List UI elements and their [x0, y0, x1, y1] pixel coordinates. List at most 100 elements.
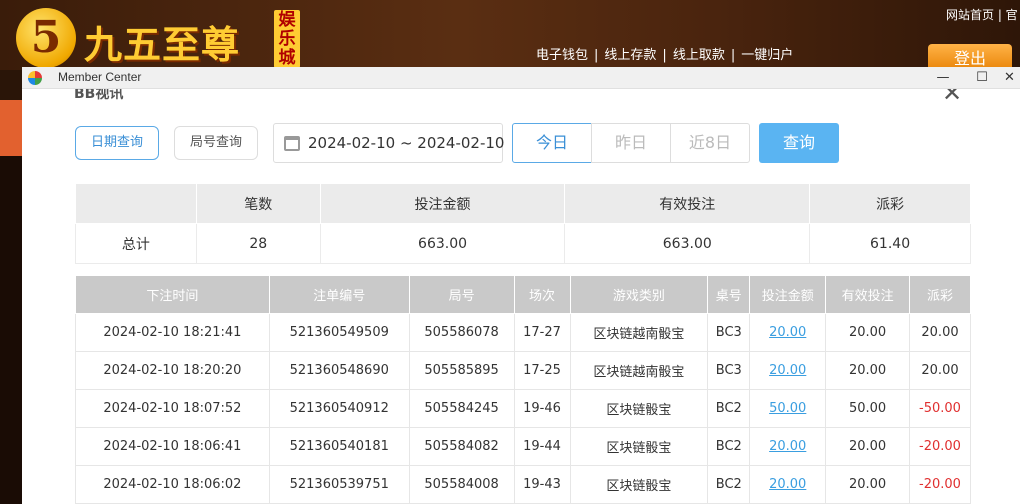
today-button[interactable]: 今日: [512, 123, 592, 163]
header-session: 场次: [513, 275, 571, 314]
payout-cell: -20.00: [909, 427, 971, 466]
round-id-cell: 505586078: [408, 313, 515, 352]
summary-payout: 61.40: [809, 223, 971, 264]
table-row: 2024-02-10 18:06:41 521360540181 505584082…: [75, 427, 971, 466]
header-bet-id: 注单编号: [268, 275, 410, 314]
bet-id-cell: 521360548690: [268, 351, 410, 390]
date-query-tab[interactable]: 日期查询: [75, 126, 159, 160]
calendar-icon: [284, 136, 300, 151]
table-id-cell: BC3: [707, 313, 751, 352]
member-center-window: Member Center — ☐ ✕ BB视讯 ✕ 日期查询 局号查询 202…: [22, 67, 1020, 504]
round-id-cell: 505585895: [408, 351, 515, 390]
valid-bet-cell: 20.00: [825, 313, 910, 352]
game-type-cell: 区块链越南骰宝: [569, 313, 709, 352]
table-id-cell: BC2: [707, 427, 751, 466]
payout-cell: -20.00: [909, 465, 971, 504]
query-button[interactable]: 查询: [759, 123, 839, 163]
round-id-cell: 505584245: [408, 389, 515, 428]
header-payout: 派彩: [909, 275, 971, 314]
header-game-type: 游戏类别: [569, 275, 709, 314]
header-bet-time: 下注时间: [75, 275, 270, 314]
game-type-cell: 区块链越南骰宝: [569, 351, 709, 390]
table-id-cell: BC3: [707, 351, 751, 390]
valid-bet-cell: 20.00: [825, 427, 910, 466]
payout-cell: -50.00: [909, 389, 971, 428]
table-row: 2024-02-10 18:06:02 521360539751 505584008…: [75, 465, 971, 504]
bet-amount-cell[interactable]: 50.00: [749, 389, 827, 428]
summary-table: 笔数 投注金额 有效投注 派彩 总计 28 663.00 663.00 61.4…: [75, 183, 971, 264]
header-round-id: 局号: [408, 275, 515, 314]
window-title: Member Center: [58, 70, 142, 84]
date-range-input[interactable]: 2024-02-10 ~ 2024-02-10: [273, 123, 505, 163]
bet-id-cell: 521360549509: [268, 313, 410, 352]
site-header: 5 九五至尊 娱乐城 网站首页 | 官 电子钱包 | 线上存款 | 线上取款 | 一键归户 …: [0, 0, 1020, 74]
bet-amount-cell[interactable]: 20.00: [749, 465, 827, 504]
session-cell: 19-43: [513, 465, 571, 504]
panel-close-icon[interactable]: ✕: [942, 89, 962, 107]
summary-valid: 663.00: [564, 223, 811, 264]
last-8-days-button[interactable]: 近8日: [670, 123, 750, 163]
header-bet-amount: 投注金额: [749, 275, 827, 314]
table-id-cell: BC2: [707, 465, 751, 504]
nav-online-withdraw[interactable]: 线上取款: [673, 48, 725, 63]
bet-id-cell: 521360540912: [268, 389, 410, 428]
window-titlebar[interactable]: Member Center — ☐ ✕: [22, 67, 1020, 89]
maximize-icon[interactable]: ☐: [967, 68, 997, 88]
summary-label: 总计: [75, 223, 197, 264]
session-cell: 19-46: [513, 389, 571, 428]
bet-time-cell: 2024-02-10 18:06:02: [75, 465, 270, 504]
background-left-dark: [0, 156, 22, 504]
bet-time-cell: 2024-02-10 18:06:41: [75, 427, 270, 466]
bet-id-cell: 521360540181: [268, 427, 410, 466]
session-cell: 17-27: [513, 313, 571, 352]
detail-body: 2024-02-10 18:21:41 521360549509 505586078…: [75, 313, 971, 504]
table-row: 2024-02-10 18:21:41 521360549509 505586078…: [75, 313, 971, 352]
round-id-cell: 505584082: [408, 427, 515, 466]
app-icon: [28, 71, 42, 85]
header-table-id: 桌号: [707, 275, 751, 314]
site-logo-badge-text: 娱乐城: [278, 10, 296, 68]
session-cell: 19-44: [513, 427, 571, 466]
valid-bet-cell: 50.00: [825, 389, 910, 428]
summary-row: 总计 28 663.00 663.00 61.40: [75, 223, 971, 264]
date-range-value: 2024-02-10 ~ 2024-02-10: [308, 134, 505, 152]
valid-bet-cell: 20.00: [825, 465, 910, 504]
round-query-tab[interactable]: 局号查询: [174, 126, 258, 160]
window-close-icon[interactable]: ✕: [1004, 68, 1020, 88]
summary-header-count: 笔数: [195, 183, 321, 224]
summary-header-blank: [75, 183, 197, 224]
bet-amount-cell[interactable]: 20.00: [749, 427, 827, 466]
nav-online-deposit[interactable]: 线上存款: [604, 48, 656, 63]
summary-header-payout: 派彩: [809, 183, 971, 224]
valid-bet-cell: 20.00: [825, 351, 910, 390]
minimize-icon[interactable]: —: [928, 68, 958, 88]
summary-header-valid: 有效投注: [564, 183, 811, 224]
bet-time-cell: 2024-02-10 18:07:52: [75, 389, 270, 428]
bet-detail-table: 下注时间 注单编号 局号 场次 游戏类别 桌号 投注金额 有效投注 派彩 2024-02-10 …: [75, 275, 971, 504]
nav-one-click-collect[interactable]: 一键归户: [741, 48, 793, 63]
yesterday-button[interactable]: 昨日: [591, 123, 671, 163]
site-nav: 电子钱包 | 线上存款 | 线上取款 | 一键归户: [536, 48, 794, 63]
window-content: BB视讯 ✕ 日期查询 局号查询 2024-02-10 ~ 2024-02-10…: [22, 89, 1020, 504]
site-logo-text: 九五至尊: [84, 22, 241, 67]
bet-time-cell: 2024-02-10 18:20:20: [75, 351, 270, 390]
site-logo-icon: 5: [16, 8, 76, 68]
bet-id-cell: 521360539751: [268, 465, 410, 504]
table-id-cell: BC2: [707, 389, 751, 428]
summary-bet: 663.00: [319, 223, 566, 264]
detail-header-row: 下注时间 注单编号 局号 场次 游戏类别 桌号 投注金额 有效投注 派彩: [75, 275, 971, 314]
bet-amount-cell[interactable]: 20.00: [749, 313, 827, 352]
table-row: 2024-02-10 18:20:20 521360548690 505585895…: [75, 351, 971, 390]
session-cell: 17-25: [513, 351, 571, 390]
summary-header-row: 笔数 投注金额 有效投注 派彩: [75, 183, 971, 224]
payout-cell: 20.00: [909, 313, 971, 352]
background-left-strip: [0, 100, 22, 156]
summary-count: 28: [195, 223, 321, 264]
round-id-cell: 505584008: [408, 465, 515, 504]
bet-amount-cell[interactable]: 20.00: [749, 351, 827, 390]
bet-time-cell: 2024-02-10 18:21:41: [75, 313, 270, 352]
top-links[interactable]: 网站首页 | 官: [946, 6, 1018, 23]
game-type-cell: 区块链骰宝: [569, 389, 709, 428]
nav-e-wallet[interactable]: 电子钱包: [536, 48, 588, 63]
header-valid-bet: 有效投注: [825, 275, 910, 314]
